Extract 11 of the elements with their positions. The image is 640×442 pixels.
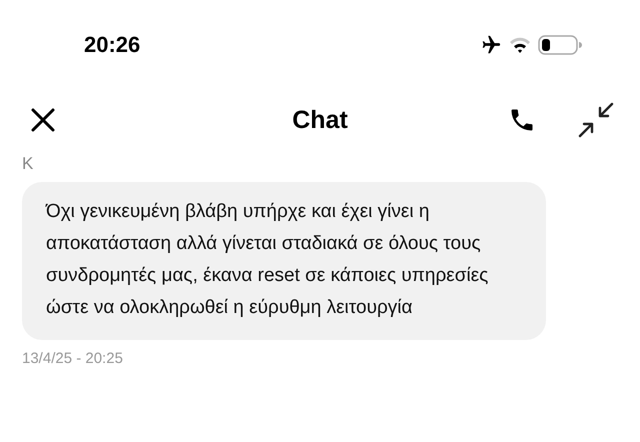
wifi-icon — [508, 35, 532, 55]
battery-icon — [538, 34, 582, 56]
close-button[interactable] — [30, 107, 56, 133]
message-timestamp: 13/4/25 - 20:25 — [22, 350, 123, 367]
status-time: 20:26 — [84, 32, 140, 58]
message-text: Όχι γενικευμένη βλάβη υπήρχε και έχει γίνει η αποκατάσταση αλλά γίνεται σταδιακά σε όλους τους συνδρομητές μας, έκανα reset σε κάποιες υπηρεσίες ώστε να ολοκληρωθεί η εύρυθμη λειτουργία — [46, 200, 490, 320]
chat-title: Chat — [292, 106, 348, 134]
sender-name: Κ — [22, 154, 34, 175]
collapse-icon — [578, 102, 614, 138]
minimize-button[interactable] — [578, 102, 614, 138]
close-icon — [30, 107, 56, 133]
